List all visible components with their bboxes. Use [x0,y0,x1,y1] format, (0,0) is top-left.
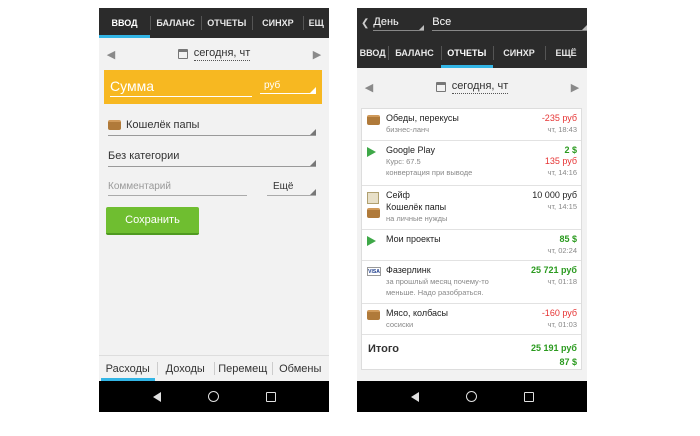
prev-day-arrow-icon[interactable]: ◀ [363,81,375,94]
visa-card-icon: VISA [367,267,381,276]
wallet-icon [108,119,121,130]
category-label: Без категории [108,149,180,162]
prev-day-arrow-icon[interactable]: ◀ [105,48,117,61]
date-row: ◀ сегодня, чт ▶ [99,41,329,67]
wallet-icon [367,310,380,320]
list-item[interactable]: Google Play 2 $ Курс: 67.5 135 руб конверт… [362,141,581,186]
tab-reports[interactable]: ОТЧЕТЫ [440,38,493,68]
amount-input[interactable]: Сумма [110,78,252,97]
tab-input[interactable]: ВВОД [357,38,388,68]
phone-input-screen: ВВОД БАЛАНС ОТЧЕТЫ СИНХР ЕЩ ◀ сегодня, ч… [99,8,329,412]
tab-exchanges[interactable]: Обмены [271,356,330,381]
google-play-icon [367,147,376,157]
tab-transfers[interactable]: Перемещ [214,356,272,381]
phone-reports-screen: ❮ День Все ВВОД БАЛАНС ОТЧЕТЫ СИНХР ЕЩЁ … [357,8,587,412]
date-label: сегодня, чт [451,80,509,94]
more-select[interactable]: Ещё [267,178,316,196]
calendar-icon [435,82,446,92]
list-item[interactable]: Сейф 10 000 руб Кошелёк папы чт, 14:15 на … [362,186,581,230]
google-play-icon [367,236,376,246]
back-icon[interactable] [410,391,419,402]
wallet-select[interactable]: Кошелёк папы [108,114,316,136]
date-label: сегодня, чт [193,47,251,61]
tab-input[interactable]: ВВОД [99,8,151,38]
android-navbar [357,381,587,412]
wallet-icon [367,115,380,125]
total-row: Итого 25 191 руб 87 $ [362,335,581,367]
recent-apps-icon[interactable] [265,391,276,402]
date-picker[interactable]: сегодня, чт [435,80,509,94]
tab-more[interactable]: ЕЩЁ [545,38,587,68]
next-day-arrow-icon[interactable]: ▶ [569,81,581,94]
type-tabs: Расходы Доходы Перемещ Обмены [99,355,329,381]
total-values: 25 191 руб 87 $ [531,341,577,369]
currency-select[interactable]: руб [260,80,316,94]
list-item[interactable]: Мои проекты 85 $ чт, 02:24 [362,230,581,261]
recent-apps-icon[interactable] [523,391,534,402]
total-usd: 87 $ [559,357,577,367]
android-navbar [99,381,329,412]
tab-balance[interactable]: БАЛАНС [150,8,201,38]
calendar-icon [177,49,188,59]
main-tabs: ВВОД БАЛАНС ОТЧЕТЫ СИНХР ЕЩЁ [357,38,587,68]
home-icon[interactable] [465,391,477,402]
wallet-label: Кошелёк папы [126,118,200,131]
next-day-arrow-icon[interactable]: ▶ [311,48,323,61]
report-list: Обеды, перекусы -235 руб бизнес-ланч чт, 1… [361,108,582,370]
tab-income[interactable]: Доходы [156,356,215,381]
home-icon[interactable] [207,391,219,402]
tab-more[interactable]: ЕЩ [303,8,329,38]
list-item[interactable]: Обеды, перекусы -235 руб бизнес-ланч чт, 1… [362,109,581,141]
tab-balance[interactable]: БАЛАНС [388,38,440,68]
amount-box: Сумма руб [104,70,322,104]
safe-icon [367,192,379,204]
main-tabs: ВВОД БАЛАНС ОТЧЕТЫ СИНХР ЕЩ [99,8,329,38]
wallet-icon [367,208,380,218]
period-select[interactable]: День [373,16,425,31]
total-label: Итого [368,343,400,355]
tab-sync[interactable]: СИНХР [252,8,303,38]
back-chevron-icon[interactable]: ❮ [361,18,369,29]
list-item[interactable]: VISA Фазерлинк 25 721 руб за прошлый меся… [362,261,581,304]
list-item[interactable]: Мясо, колбасы -160 руб сосиски чт, 01:03 [362,304,581,335]
scope-select[interactable]: Все [432,16,587,31]
tab-expenses[interactable]: Расходы [99,356,157,381]
tab-reports[interactable]: ОТЧЕТЫ [201,8,252,38]
category-select[interactable]: Без категории [108,145,316,167]
comment-input[interactable]: Комментарий [108,178,247,196]
save-button[interactable]: Сохранить [106,207,199,235]
back-icon[interactable] [152,391,161,402]
total-rub: 25 191 руб [531,343,577,353]
date-row: ◀ сегодня, чт ▶ [357,74,587,100]
date-picker[interactable]: сегодня, чт [177,47,251,61]
tab-sync[interactable]: СИНХР [492,38,545,68]
filter-bar: ❮ День Все [357,8,587,38]
